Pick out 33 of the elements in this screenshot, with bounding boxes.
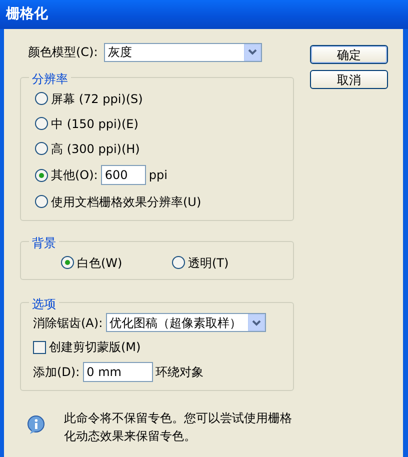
checkbox[interactable] [33, 340, 46, 354]
field-suffix: 环绕对象 [156, 364, 204, 381]
color-model-dropdown[interactable]: 灰度 [104, 42, 262, 62]
group-title: 分辨率 [29, 70, 71, 88]
dialog-button[interactable]: 取消 [310, 70, 388, 89]
radio-label[interactable]: 其他(O): [51, 166, 98, 184]
radio-button[interactable] [35, 168, 48, 182]
resolution-field[interactable]: 600 [100, 165, 146, 185]
radio-label[interactable]: 透明(T) [188, 254, 229, 272]
group-title: 选项 [29, 295, 59, 313]
checkbox-label[interactable]: 创建剪切蒙版(M) [49, 338, 141, 356]
info-message: 此命令将不保留专色。您可以尝试使用栅格化动态效果来保留专色。 [64, 410, 292, 445]
radio-button[interactable] [35, 195, 48, 208]
radio-button[interactable] [172, 256, 185, 269]
field-label: 消除锯齿(A): [33, 314, 103, 332]
radio-button[interactable] [61, 256, 74, 269]
radio-label[interactable]: 高 (300 ppi)(H) [51, 140, 140, 158]
info-icon [26, 415, 46, 435]
radio-label[interactable]: 屏幕 (72 ppi)(S) [51, 90, 143, 108]
field-label: 颜色模型(C): [28, 44, 98, 61]
group-title: 背景 [29, 234, 59, 252]
radio-button[interactable] [35, 92, 48, 105]
field-label: 添加(D): [33, 364, 80, 381]
radio-label[interactable]: 中 (150 ppi)(E) [51, 114, 138, 132]
unit-label: ppi [148, 167, 168, 184]
radio-button[interactable] [35, 142, 48, 155]
dialog-button[interactable]: 确定 [310, 45, 388, 64]
radio-button[interactable] [35, 117, 48, 130]
radio-label[interactable]: 使用文档栅格效果分辨率(U) [51, 192, 202, 210]
window-title: 栅格化 [6, 5, 48, 24]
offset-field[interactable]: 0 mm [82, 362, 153, 382]
radio-label[interactable]: 白色(W) [77, 254, 122, 272]
antialias-dropdown[interactable]: 优化图稿（超像素取样） [106, 313, 266, 332]
